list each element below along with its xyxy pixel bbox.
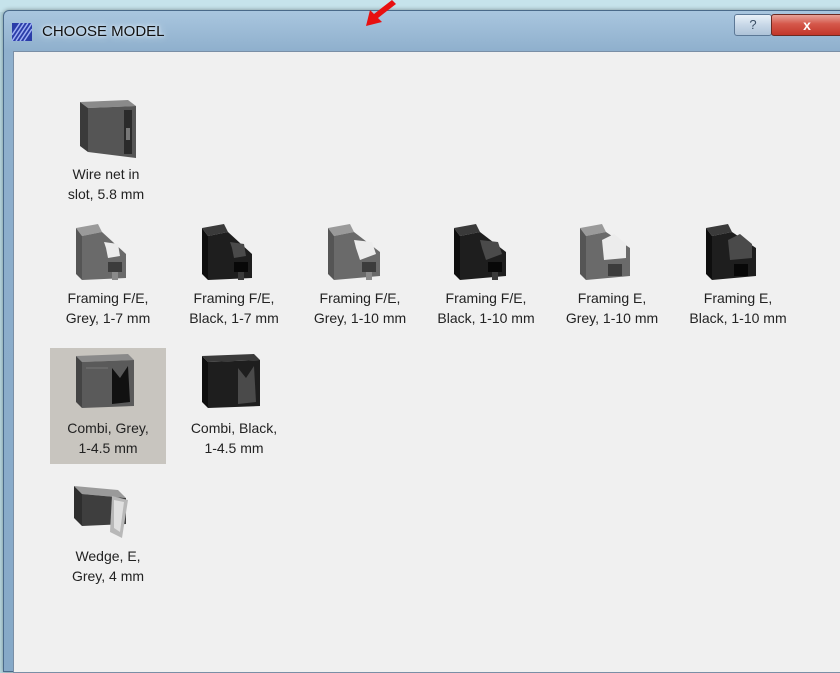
combi-profile-icon bbox=[76, 354, 134, 408]
model-label-line1: Framing E, bbox=[577, 290, 647, 306]
framing-profile-icon bbox=[76, 224, 126, 280]
model-label-line2: Grey, 1-10 mm bbox=[565, 310, 659, 326]
model-label-line2: Grey, 1-10 mm bbox=[313, 310, 407, 326]
model-label-line2: Grey, 4 mm bbox=[71, 568, 145, 584]
model-label-line1: Wire net in bbox=[72, 166, 140, 182]
model-label-line2: 1-4.5 mm bbox=[204, 440, 264, 456]
model-item-framing-fe-black-1-7[interactable]: Framing F/E, Black, 1-7 mm bbox=[176, 218, 292, 334]
pointer-arrow-icon bbox=[366, 0, 396, 26]
framing-profile-icon bbox=[706, 224, 756, 280]
model-label-line1: Framing F/E, bbox=[193, 290, 275, 306]
model-label-line1: Wedge, E, bbox=[75, 548, 141, 564]
app-icon bbox=[12, 23, 32, 41]
model-label-line1: Framing E, bbox=[703, 290, 773, 306]
model-item-framing-e-grey-1-10[interactable]: Framing E, Grey, 1-10 mm bbox=[554, 218, 670, 334]
model-label-line1: Combi, Black, bbox=[190, 420, 278, 436]
combi-profile-icon bbox=[202, 354, 260, 408]
choose-model-dialog: CHOOSE MODEL ? x Wire net in slot, 5.8 m… bbox=[3, 10, 840, 673]
model-item-wire-net[interactable]: Wire net in slot, 5.8 mm bbox=[48, 92, 164, 208]
model-item-combi-grey[interactable]: Combi, Grey, 1-4.5 mm bbox=[50, 348, 166, 464]
window-title: CHOOSE MODEL bbox=[42, 23, 165, 40]
model-list: Wire net in slot, 5.8 mm Framing F/E, Gr… bbox=[13, 51, 840, 673]
model-label-line1: Framing F/E, bbox=[445, 290, 527, 306]
model-label-line1: Framing F/E, bbox=[67, 290, 149, 306]
model-item-combi-black[interactable]: Combi, Black, 1-4.5 mm bbox=[176, 348, 292, 464]
model-label-line2: Black, 1-7 mm bbox=[189, 310, 279, 326]
model-label-line2: slot, 5.8 mm bbox=[67, 186, 145, 202]
wedge-profile-icon bbox=[74, 486, 128, 538]
model-item-framing-fe-grey-1-10[interactable]: Framing F/E, Grey, 1-10 mm bbox=[302, 218, 418, 334]
title-bar[interactable]: CHOOSE MODEL ? x bbox=[4, 11, 840, 51]
framing-profile-icon bbox=[454, 224, 506, 280]
model-item-framing-fe-grey-1-7[interactable]: Framing F/E, Grey, 1-7 mm bbox=[50, 218, 166, 334]
help-button[interactable]: ? bbox=[734, 14, 772, 36]
model-label-line2: Grey, 1-7 mm bbox=[65, 310, 151, 326]
model-label-line2: Black, 1-10 mm bbox=[437, 310, 535, 326]
framing-profile-icon bbox=[202, 224, 252, 280]
framing-profile-icon bbox=[580, 224, 630, 280]
model-label-line2: Black, 1-10 mm bbox=[689, 310, 787, 326]
model-label-line1: Combi, Grey, bbox=[67, 420, 149, 436]
model-item-framing-fe-black-1-10[interactable]: Framing F/E, Black, 1-10 mm bbox=[428, 218, 544, 334]
close-button[interactable]: x bbox=[771, 14, 840, 36]
model-label-line1: Framing F/E, bbox=[319, 290, 401, 306]
model-item-framing-e-black-1-10[interactable]: Framing E, Black, 1-10 mm bbox=[680, 218, 796, 334]
wire-net-profile-icon bbox=[80, 100, 136, 158]
framing-profile-icon bbox=[328, 224, 380, 280]
model-label-line2: 1-4.5 mm bbox=[78, 440, 138, 456]
model-item-wedge-e-grey[interactable]: Wedge, E, Grey, 4 mm bbox=[50, 476, 166, 592]
